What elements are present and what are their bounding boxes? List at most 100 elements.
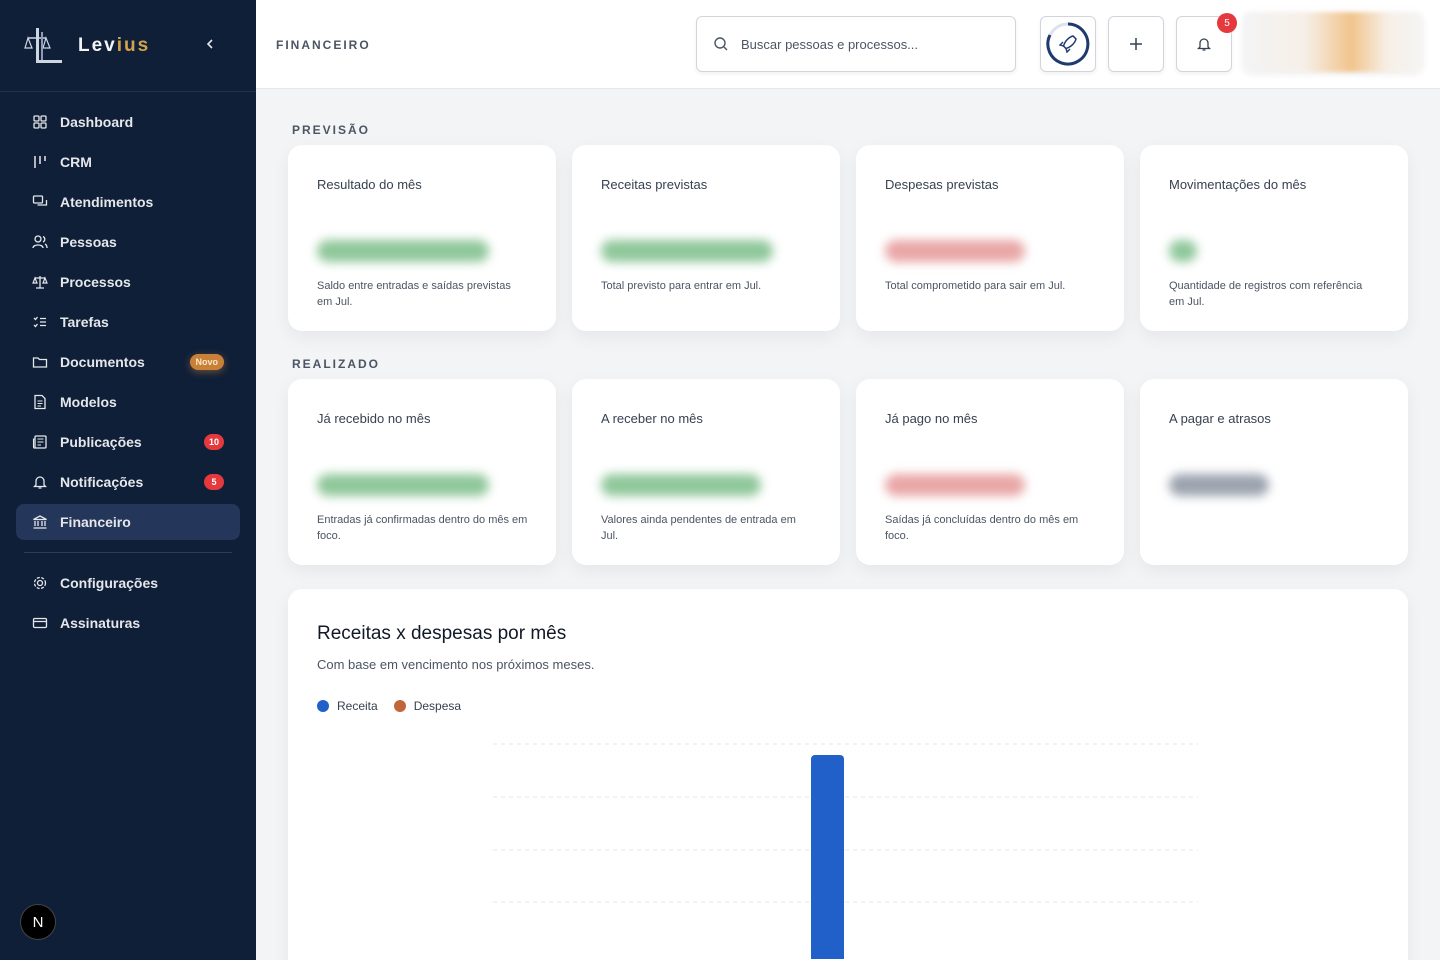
legend-label: Receita	[337, 699, 378, 713]
quick-start-button[interactable]	[1040, 16, 1096, 72]
notification-count-badge: 5	[1217, 13, 1237, 33]
sidebar-item-label: Notificações	[60, 474, 144, 490]
sidebar-item-pessoas[interactable]: Pessoas	[16, 224, 240, 260]
sidebar-divider	[24, 552, 232, 553]
card-title: Já pago no mês	[885, 411, 978, 426]
sidebar-item-label: Pessoas	[60, 234, 117, 250]
sidebar-item-label: CRM	[60, 154, 92, 170]
card-description: Saídas já concluídas dentro do mês em fo…	[885, 514, 1079, 542]
sidebar-item-notificacoes[interactable]: Notificações 5	[16, 464, 240, 500]
brand: Levius	[0, 0, 256, 92]
search-icon	[714, 37, 728, 51]
sidebar-item-label: Financeiro	[60, 514, 131, 530]
add-button[interactable]	[1108, 16, 1164, 72]
bell-icon	[32, 474, 48, 490]
legend-dot	[317, 700, 329, 712]
card-ja-recebido-no-mes: Já recebido no mês Entradas já confirmad…	[288, 379, 556, 565]
card-title: A receber no mês	[601, 411, 703, 426]
previsao-section-label: PREVISÃO	[292, 123, 371, 137]
tasks-icon	[32, 314, 48, 330]
chevron-left-icon	[206, 39, 213, 49]
card-despesas-previstas: Despesas previstas Total comprometido pa…	[856, 145, 1124, 331]
notifications-count-badge: 5	[204, 474, 224, 490]
sidebar-nav: Dashboard CRM Atendimentos Pessoas Proce…	[0, 92, 256, 641]
notifications-button[interactable]: 5	[1176, 13, 1237, 72]
blurred-value	[317, 474, 489, 496]
plus-icon	[1130, 38, 1142, 50]
bar-receita[interactable]	[811, 755, 844, 959]
card-description: Entradas já confirmadas dentro do mês em…	[317, 514, 528, 542]
user-initial: N	[32, 913, 44, 931]
legend-label: Despesa	[413, 699, 462, 713]
sidebar-item-tarefas[interactable]: Tarefas	[16, 304, 240, 340]
sidebar-item-label: Processos	[60, 274, 131, 290]
card-description: Saldo entre entradas e saídas previstas …	[317, 280, 511, 308]
publications-count-badge: 10	[204, 434, 224, 450]
blurred-value	[601, 240, 773, 262]
file-icon	[32, 394, 48, 410]
topbar: FINANCEIRO 5	[256, 0, 1440, 89]
collapse-sidebar-button[interactable]	[200, 34, 220, 54]
sidebar-item-label: Publicações	[60, 434, 142, 450]
card-description: Quantidade de registros com referência e…	[1169, 280, 1363, 308]
sidebar-item-modelos[interactable]: Modelos	[16, 384, 240, 420]
chart-plot	[493, 743, 1198, 959]
legend-item-despesa[interactable]: Despesa	[393, 699, 462, 713]
legend-dot	[393, 700, 406, 712]
card-a-pagar-e-atrasos: A pagar e atrasos	[1140, 379, 1408, 565]
sidebar: Levius Dashboard CRM Atendimentos Pessoa…	[0, 0, 256, 960]
page-title: FINANCEIRO	[276, 38, 371, 52]
sidebar-item-atendimentos[interactable]: Atendimentos	[16, 184, 240, 220]
card-title: Já recebido no mês	[317, 411, 431, 426]
card-description: Valores ainda pendentes de entrada em Ju…	[601, 514, 796, 542]
sidebar-item-label: Modelos	[60, 394, 117, 410]
search-input[interactable]	[741, 36, 981, 52]
profile-menu[interactable]	[1243, 12, 1423, 72]
legend-item-receita[interactable]: Receita	[317, 699, 378, 713]
sidebar-item-label: Configurações	[60, 575, 159, 591]
dashboard-icon	[32, 114, 48, 130]
sidebar-item-processos[interactable]: Processos	[16, 264, 240, 300]
chart-card: Receitas x despesas por mês Com base em …	[288, 589, 1408, 960]
search-box[interactable]	[696, 16, 1016, 72]
new-badge: Novo	[189, 354, 224, 370]
rocket-icon	[1046, 22, 1090, 66]
sidebar-item-dashboard[interactable]: Dashboard	[16, 104, 240, 140]
card-title: Despesas previstas	[885, 177, 999, 192]
card-resultado-do-mes: Resultado do mês Saldo entre entradas e …	[288, 145, 556, 331]
card-ja-pago-no-mes: Já pago no mês Saídas já concluídas dent…	[856, 379, 1124, 565]
sidebar-item-crm[interactable]: CRM	[16, 144, 240, 180]
blurred-value	[885, 240, 1025, 262]
bank-icon	[32, 514, 48, 530]
realizado-section-label: REALIZADO	[292, 357, 380, 371]
scale-icon	[32, 274, 48, 290]
sidebar-item-label: Tarefas	[60, 314, 109, 330]
sidebar-item-assinaturas[interactable]: Assinaturas	[16, 605, 240, 641]
sidebar-item-publicacoes[interactable]: Publicações 10	[16, 424, 240, 460]
card-title: A pagar e atrasos	[1169, 411, 1271, 426]
users-icon	[32, 234, 48, 250]
sidebar-item-financeiro[interactable]: Financeiro	[16, 504, 240, 540]
card-title: Receitas previstas	[601, 177, 708, 192]
chart-legend: Receita Despesa	[317, 699, 477, 713]
sidebar-item-configuracoes[interactable]: Configurações	[16, 565, 240, 601]
blurred-value	[317, 240, 489, 262]
card-title: Resultado do mês	[317, 177, 422, 192]
chat-icon	[32, 194, 48, 210]
sidebar-item-label: Atendimentos	[60, 194, 154, 210]
blurred-value	[1169, 474, 1269, 496]
crm-icon	[32, 154, 48, 170]
sidebar-item-documentos[interactable]: Documentos Novo	[16, 344, 240, 380]
user-avatar-button[interactable]: N	[20, 904, 56, 940]
logo-icon	[24, 27, 62, 63]
sidebar-item-label: Dashboard	[60, 114, 134, 130]
card-description: Total previsto para entrar em Jul.	[601, 280, 762, 292]
card-description: Total comprometido para sair em Jul.	[885, 280, 1066, 292]
card-a-receber-no-mes: A receber no mês Valores ainda pendentes…	[572, 379, 840, 565]
card-movimentacoes-do-mes: Movimentações do mês Quantidade de regis…	[1140, 145, 1408, 331]
chart-subtitle: Com base em vencimento nos próximos mese…	[317, 657, 595, 672]
bell-icon	[1196, 38, 1212, 51]
sidebar-item-label: Documentos	[60, 354, 145, 370]
folder-icon	[32, 354, 48, 370]
card-title: Movimentações do mês	[1169, 177, 1307, 192]
